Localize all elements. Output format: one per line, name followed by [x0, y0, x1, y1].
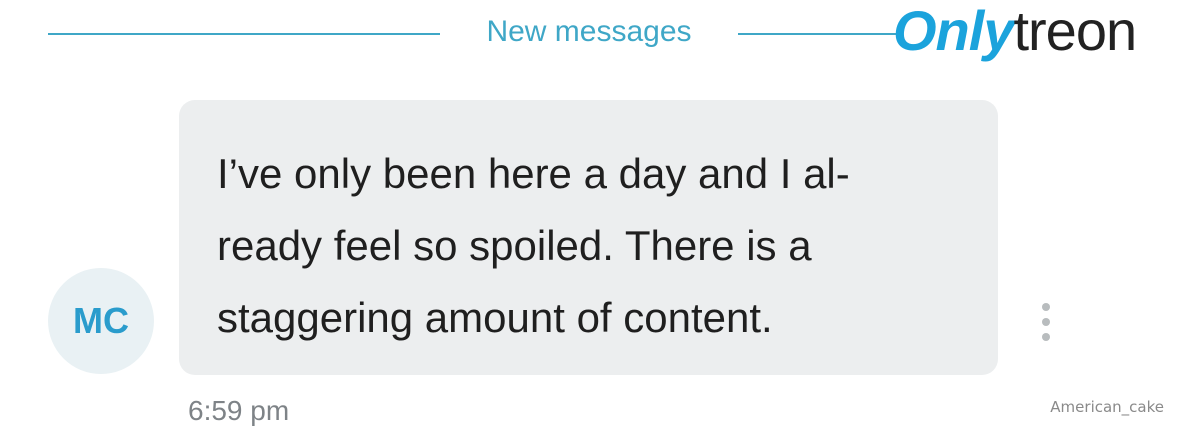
- onlytreon-logo: Onlytreon: [893, 0, 1137, 62]
- message-bubble[interactable]: I’ve only been here a day and I al- read…: [179, 100, 998, 375]
- message-text: I’ve only been here a day and I al- read…: [217, 138, 937, 354]
- message-text-line-1: I’ve only been here a day and I al-: [217, 150, 850, 197]
- more-vertical-icon[interactable]: [1036, 303, 1056, 341]
- chat-screen: New messages Onlytreon MC I’ve only been…: [0, 0, 1178, 431]
- new-messages-divider-right: [738, 33, 898, 35]
- message-text-line-2: ready feel so spoiled. There is a: [217, 222, 812, 269]
- avatar[interactable]: MC: [48, 268, 154, 374]
- more-dot: [1042, 303, 1050, 311]
- avatar-initials: MC: [73, 300, 129, 341]
- logo-only-text: Only: [893, 0, 1014, 62]
- watermark: American_cake: [1050, 398, 1164, 416]
- message-timestamp: 6:59 pm: [188, 395, 290, 426]
- new-messages-divider-label: New messages: [486, 15, 692, 48]
- new-messages-divider-left: [48, 33, 440, 35]
- more-dot: [1042, 318, 1050, 326]
- more-dot: [1042, 333, 1050, 341]
- logo-treon-text: treon: [1013, 0, 1137, 62]
- message-text-line-3: staggering amount of content.: [217, 294, 773, 341]
